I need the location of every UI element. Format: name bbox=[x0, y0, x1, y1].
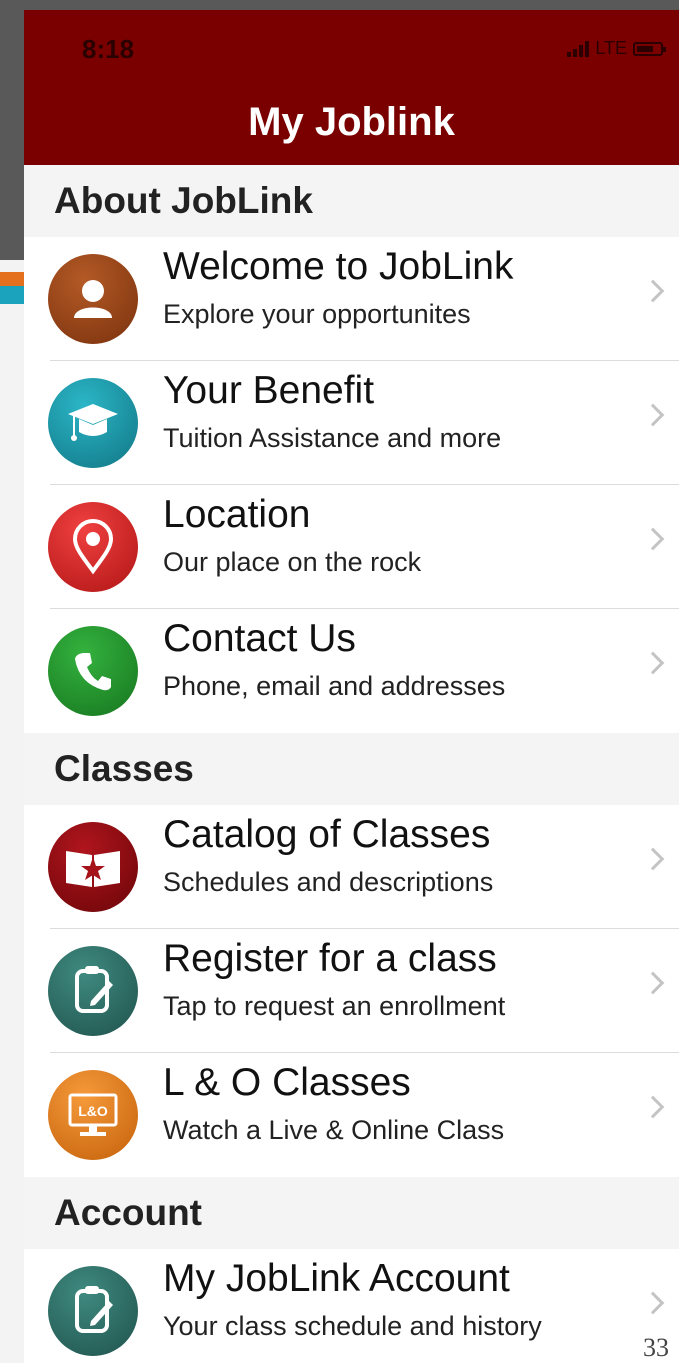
list-item-contact[interactable]: Contact Us Phone, email and addresses bbox=[24, 609, 679, 733]
item-title: Welcome to JobLink bbox=[163, 245, 514, 288]
item-subtitle: Tap to request an enrollment bbox=[163, 991, 506, 1021]
status-time: 8:18 bbox=[82, 34, 135, 64]
chevron-right-icon bbox=[641, 971, 665, 995]
slide-left-band bbox=[0, 0, 24, 260]
slide-orange-accent bbox=[0, 272, 24, 286]
app-header: 8:18 LTE My Joblink bbox=[24, 10, 679, 165]
list-item-welcome[interactable]: Welcome to JobLink Explore your opportun… bbox=[24, 237, 679, 361]
chevron-right-icon bbox=[641, 527, 665, 551]
list-item-location[interactable]: Location Our place on the rock bbox=[24, 485, 679, 609]
list-item-catalog[interactable]: Catalog of Classes Schedules and descrip… bbox=[24, 805, 679, 929]
chevron-right-icon bbox=[641, 651, 665, 675]
chevron-right-icon bbox=[641, 1291, 665, 1315]
clipboard-pen-icon bbox=[48, 946, 138, 1036]
monitor-icon-label: L&O bbox=[78, 1103, 108, 1119]
book-star-icon bbox=[48, 822, 138, 912]
item-title: Location bbox=[163, 493, 311, 536]
section-header-account: Account bbox=[24, 1177, 679, 1249]
phone-screen: 8:18 LTE My Joblink About JobLink Welcom… bbox=[24, 10, 679, 1363]
slide-top-band bbox=[0, 0, 679, 10]
clipboard-pen-icon bbox=[48, 1266, 138, 1356]
user-icon bbox=[48, 254, 138, 344]
section-header-about: About JobLink bbox=[24, 165, 679, 237]
item-subtitle: Watch a Live & Online Class bbox=[163, 1115, 505, 1145]
status-indicators: LTE bbox=[567, 38, 666, 59]
item-subtitle: Your class schedule and history bbox=[163, 1311, 542, 1341]
chevron-right-icon bbox=[641, 847, 665, 871]
slide-teal-accent bbox=[0, 286, 24, 304]
monitor-icon: L&O bbox=[48, 1070, 138, 1160]
page-title: My Joblink bbox=[248, 100, 455, 144]
item-subtitle: Tuition Assistance and more bbox=[163, 423, 502, 453]
list-item-lo-classes[interactable]: L&O L & O Classes Watch a Live & Online … bbox=[24, 1053, 679, 1177]
chevron-right-icon bbox=[641, 1095, 665, 1119]
item-subtitle: Our place on the rock bbox=[163, 547, 422, 577]
chevron-right-icon bbox=[641, 403, 665, 427]
item-title: My JobLink Account bbox=[163, 1257, 510, 1300]
phone-icon bbox=[48, 626, 138, 716]
item-subtitle: Phone, email and addresses bbox=[163, 671, 506, 701]
item-subtitle: Schedules and descriptions bbox=[163, 867, 494, 897]
item-title: Your Benefit bbox=[163, 369, 375, 412]
signal-icon bbox=[567, 40, 590, 57]
graduation-cap-icon bbox=[48, 378, 138, 468]
list-item-register[interactable]: Register for a class Tap to request an e… bbox=[24, 929, 679, 1053]
item-title: L & O Classes bbox=[163, 1061, 411, 1104]
item-subtitle: Explore your opportunites bbox=[163, 299, 471, 329]
item-title: Register for a class bbox=[163, 937, 497, 980]
chevron-right-icon bbox=[641, 279, 665, 303]
item-title: Catalog of Classes bbox=[163, 813, 491, 856]
section-header-classes: Classes bbox=[24, 733, 679, 805]
list-item-account[interactable]: My JobLink Account Your class schedule a… bbox=[24, 1249, 679, 1363]
network-label: LTE bbox=[595, 38, 627, 58]
battery-icon bbox=[633, 41, 666, 56]
map-pin-icon bbox=[48, 502, 138, 592]
slide-page-number: 33 bbox=[643, 1333, 669, 1362]
list-item-benefit[interactable]: Your Benefit Tuition Assistance and more bbox=[24, 361, 679, 485]
item-title: Contact Us bbox=[163, 617, 356, 660]
